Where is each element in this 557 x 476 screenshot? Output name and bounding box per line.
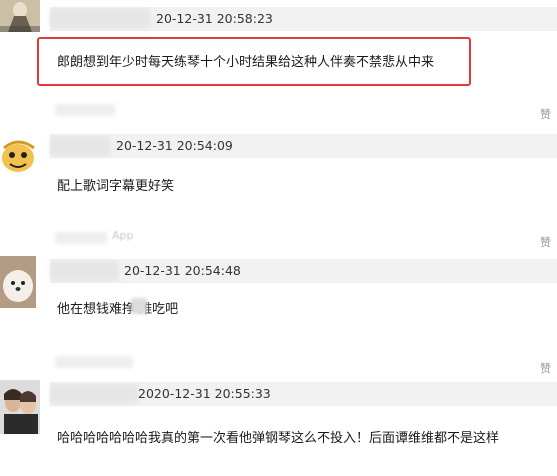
username-blurred[interactable]	[50, 9, 150, 29]
comment-meta: 20-12-31 20:54:09	[50, 134, 557, 158]
source-blurred	[55, 356, 133, 368]
comment-meta: 2020-12-31 20:55:33	[50, 382, 557, 406]
timestamp: 20-12-31 20:54:09	[116, 138, 233, 153]
comment-text: 他在想钱难挣 难吃吧	[57, 302, 179, 317]
comment-text: 哈哈哈哈哈哈哈我真的第一次看他弹钢琴这么不投入！后面谭维维都不是这样	[57, 431, 500, 446]
avatar[interactable]	[0, 0, 40, 32]
username-blurred[interactable]	[50, 136, 110, 156]
comment-meta: 20-12-31 20:58:23	[50, 7, 557, 31]
avatar[interactable]	[0, 380, 40, 434]
avatar[interactable]	[0, 256, 36, 308]
source-blurred	[55, 232, 107, 244]
censored-text-block	[131, 298, 147, 314]
timestamp: 2020-12-31 20:55:33	[138, 386, 271, 401]
avatar-image	[0, 0, 40, 32]
avatar-image	[0, 128, 40, 176]
like-button[interactable]: 赞	[540, 360, 551, 376]
like-button[interactable]: 赞	[540, 234, 551, 250]
avatar-image	[0, 380, 40, 434]
timestamp: 20-12-31 20:58:23	[156, 11, 273, 26]
avatar-image	[0, 256, 36, 308]
username-blurred[interactable]	[50, 384, 138, 404]
like-button[interactable]: 赞	[540, 106, 551, 122]
comment-text: 郎朗想到年少时每天练琴十个小时结果给这种人伴奏不禁悲从中来	[57, 55, 435, 70]
username-blurred[interactable]	[50, 261, 118, 281]
comment-text: 配上歌词字幕更好笑	[57, 179, 175, 194]
timestamp: 20-12-31 20:54:48	[124, 263, 241, 278]
source-app: App	[112, 229, 134, 242]
avatar[interactable]	[0, 128, 40, 176]
comment-meta: 20-12-31 20:54:48	[50, 259, 557, 283]
source-blurred	[55, 104, 115, 116]
